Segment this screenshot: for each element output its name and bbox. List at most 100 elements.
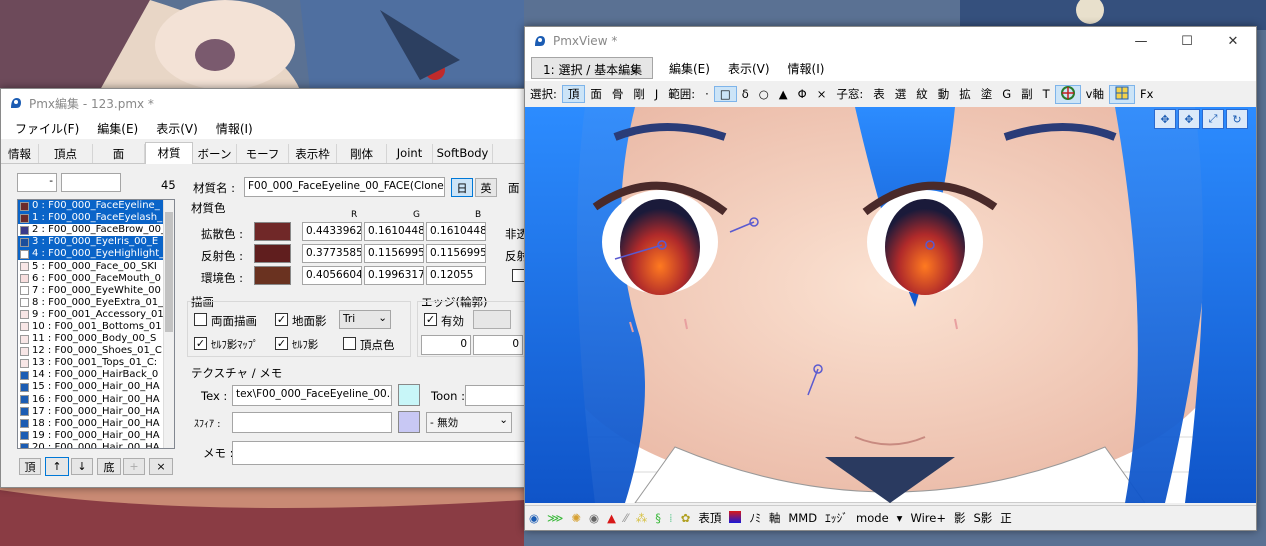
- material-name-input[interactable]: F00_000_FaceEyeline_00_FACE(Clone): [244, 177, 445, 197]
- sphere-path-input[interactable]: [232, 412, 392, 433]
- menu-file[interactable]: ファイル(F): [15, 120, 79, 137]
- double-sided-checkbox[interactable]: [194, 313, 207, 326]
- material-list[interactable]: 0 : F00_000_FaceEyeline_ 1 : F00_000_Face…: [17, 199, 175, 449]
- material-list-item[interactable]: 2 : F00_000_FaceBrow_00_: [18, 224, 174, 236]
- tab-rigid-body[interactable]: 剛体: [337, 144, 387, 163]
- view-menu-edit[interactable]: 編集(E): [669, 60, 710, 77]
- material-list-item[interactable]: 8 : F00_000_EyeExtra_01_: [18, 297, 174, 309]
- wire-plus-button[interactable]: Wire+: [906, 511, 950, 525]
- edge-toggle-button[interactable]: ｴｯｼﾞ: [821, 510, 852, 526]
- ground-shadow-checkbox[interactable]: ✓: [275, 313, 288, 326]
- specular-color-swatch[interactable]: [254, 244, 291, 263]
- tex-color-swatch[interactable]: [398, 384, 420, 406]
- subwindow-paint-button[interactable]: 塗: [976, 86, 998, 102]
- nomi-button[interactable]: ﾉﾐ: [745, 510, 765, 526]
- ambient-r-input[interactable]: 0.4056604: [302, 266, 362, 285]
- lang-en-toggle[interactable]: 英: [475, 178, 497, 197]
- menu-info[interactable]: 情報(I): [216, 120, 253, 137]
- show-bone-icon[interactable]: ◉: [585, 511, 603, 525]
- view-menu-display[interactable]: 表示(V): [728, 60, 770, 77]
- material-list-item[interactable]: 20 : F00_000_Hair_00_HA: [18, 442, 174, 448]
- sphere-mode-select[interactable]: - 無効 ⌄: [426, 412, 512, 433]
- material-list-item[interactable]: 12 : F00_000_Shoes_01_C: [18, 345, 174, 357]
- diffuse-color-swatch[interactable]: [254, 222, 291, 241]
- tab-face[interactable]: 面: [93, 144, 145, 163]
- ambient-color-swatch[interactable]: [254, 266, 291, 285]
- delete-material-button[interactable]: ×: [149, 458, 173, 475]
- move-bottom-button[interactable]: 底: [97, 458, 121, 475]
- show-rigid-icon[interactable]: ⁂: [632, 511, 652, 525]
- tab-morph[interactable]: モーフ: [237, 144, 289, 163]
- material-list-item[interactable]: 11 : F00_000_Body_00_S: [18, 333, 174, 345]
- material-list-item[interactable]: 17 : F00_000_Hair_00_HA: [18, 406, 174, 418]
- select-vertex-toggle[interactable]: 頂: [561, 85, 586, 103]
- material-list-item[interactable]: 6 : F00_000_FaceMouth_0: [18, 273, 174, 285]
- material-list-item[interactable]: 9 : F00_001_Accessory_01: [18, 309, 174, 321]
- filter-input[interactable]: [61, 173, 121, 192]
- fx-button[interactable]: Fx: [1135, 87, 1158, 101]
- specular-r-input[interactable]: 0.3773585: [302, 244, 362, 263]
- subwindow-move-button[interactable]: 動: [933, 86, 955, 102]
- self-shadow-map-checkbox[interactable]: ✓: [194, 337, 207, 350]
- subwindow-scale-button[interactable]: 拡: [954, 86, 976, 102]
- material-list-item[interactable]: 0 : F00_000_FaceEyeline_: [18, 200, 174, 213]
- toon-input[interactable]: [465, 385, 529, 406]
- material-list-item[interactable]: 10 : F00_001_Bottoms_01: [18, 321, 174, 333]
- subwindow-t-button[interactable]: T: [1038, 87, 1055, 101]
- show-morph-icon[interactable]: ✿: [677, 511, 695, 525]
- range-clear-button[interactable]: ×: [812, 87, 832, 101]
- material-list-item[interactable]: 13 : F00_001_Tops_01_C:: [18, 357, 174, 369]
- material-list-item[interactable]: 14 : F00_000_HairBack_0: [18, 369, 174, 381]
- show-vertex-icon[interactable]: ◉: [525, 511, 543, 525]
- range-lasso-toggle[interactable]: δ: [737, 87, 754, 101]
- draw-mode-select[interactable]: Tri ⌄: [339, 310, 391, 329]
- subwindow-sub-button[interactable]: 副: [1016, 86, 1038, 102]
- show-face-icon[interactable]: ▲: [603, 511, 620, 525]
- select-rigid-toggle[interactable]: 剛: [628, 86, 650, 102]
- move-xz-icon[interactable]: ✥: [1178, 109, 1200, 129]
- grid-icon[interactable]: [1108, 84, 1135, 104]
- subwindow-table-button[interactable]: 表: [868, 86, 890, 102]
- range-rect-toggle[interactable]: □: [713, 86, 737, 102]
- zoom-icon[interactable]: ⤢: [1202, 109, 1224, 129]
- range-triangle-toggle[interactable]: ▲: [774, 87, 793, 101]
- memo-input[interactable]: [232, 441, 529, 465]
- rotate-icon[interactable]: ↻: [1226, 109, 1248, 129]
- edge-color-swatch[interactable]: [473, 310, 511, 329]
- diffuse-g-input[interactable]: 0.1610448: [364, 222, 424, 241]
- tab-display-frame[interactable]: 表示枠: [289, 144, 337, 163]
- material-list-item[interactable]: 3 : F00_000_EyeIris_00_E: [18, 236, 174, 249]
- material-list-item[interactable]: 1 : F00_000_FaceEyelash_: [18, 212, 174, 225]
- range-phi-toggle[interactable]: Φ: [793, 87, 812, 101]
- move-down-button[interactable]: ↓: [71, 458, 93, 475]
- close-icon[interactable]: ✕: [1210, 34, 1256, 49]
- view-menu-info[interactable]: 情報(I): [788, 60, 825, 77]
- show-vertex-top-button[interactable]: 表頂: [694, 510, 725, 526]
- show-softbody-icon[interactable]: ⁞: [665, 511, 677, 525]
- tab-bone[interactable]: ボーン: [193, 144, 237, 163]
- tab-info[interactable]: 情報: [1, 144, 39, 163]
- material-list-item[interactable]: 5 : F00_000_Face_00_SKI: [18, 260, 174, 272]
- material-list-item[interactable]: 4 : F00_000_EyeHighlight_: [18, 248, 174, 261]
- mmd-toggle-button[interactable]: MMD: [784, 511, 821, 525]
- maximize-icon[interactable]: ☐: [1164, 34, 1210, 49]
- shadow-toggle-button[interactable]: 影: [950, 510, 970, 526]
- show-wire-icon[interactable]: ⋙: [543, 511, 567, 525]
- material-list-item[interactable]: 19 : F00_000_Hair_00_HA: [18, 430, 174, 442]
- move-up-button[interactable]: ↑: [45, 457, 69, 476]
- tab-material[interactable]: 材質: [145, 142, 193, 164]
- subwindow-select-button[interactable]: 選: [890, 86, 912, 102]
- edge-alpha-input[interactable]: 0: [473, 335, 523, 355]
- material-list-item[interactable]: 18 : F00_000_Hair_00_HA: [18, 418, 174, 430]
- material-list-scrollbar[interactable]: [163, 200, 174, 448]
- self-shadow-toggle-button[interactable]: S影: [969, 510, 996, 526]
- menu-view[interactable]: 表示(V): [156, 120, 198, 137]
- select-joint-toggle[interactable]: J: [650, 87, 663, 101]
- material-list-item[interactable]: 16 : F00_000_Hair_00_HA: [18, 394, 174, 406]
- material-list-item[interactable]: 15 : F00_000_Hair_00_HA: [18, 381, 174, 393]
- tex-path-input[interactable]: tex\F00_000_FaceEyeline_00.pn: [232, 385, 392, 406]
- pmx-editor-titlebar[interactable]: Pmx編集 - 123.pmx *: [1, 89, 529, 117]
- axis-toggle-button[interactable]: 軸: [765, 510, 785, 526]
- ambient-g-input[interactable]: 0.1996317: [364, 266, 424, 285]
- 3d-viewport[interactable]: ✥ ✥ ⤢ ↻: [525, 107, 1256, 503]
